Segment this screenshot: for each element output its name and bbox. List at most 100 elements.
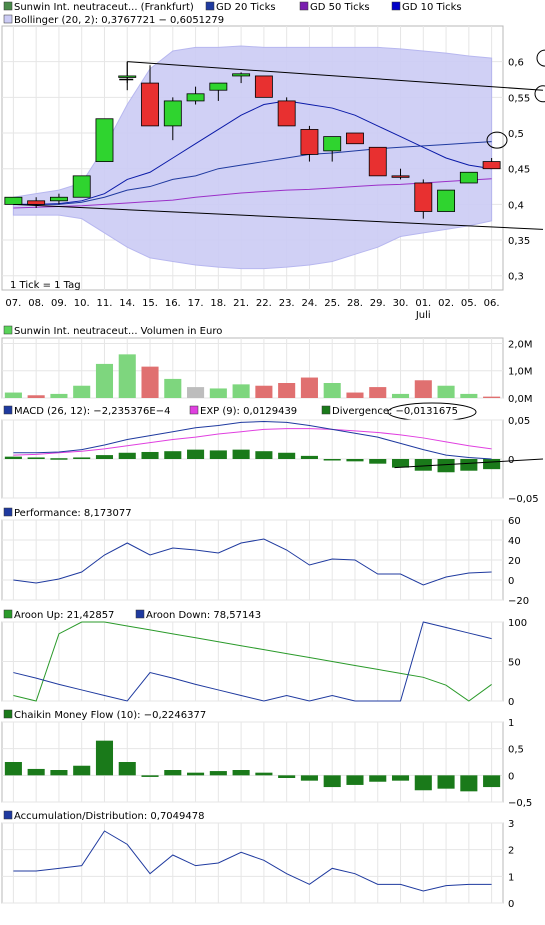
volume-bar <box>369 387 387 398</box>
aroon-chart-y-tick-label: 100 <box>508 618 527 629</box>
x-axis-label: 01. <box>415 298 431 309</box>
candle <box>118 75 137 78</box>
chaikin-bar <box>255 772 273 776</box>
volume-chart-y-tick-label: 1,0M <box>508 367 533 378</box>
divergence-bar <box>73 457 91 459</box>
candle <box>391 175 410 178</box>
divergence-bar <box>164 451 182 459</box>
chaikin-bar <box>323 775 341 788</box>
chaikin-bar <box>391 775 410 781</box>
legend-volume-swatch <box>3 325 13 335</box>
legend-macd-label: MACD (26, 12): −2,235376E−4 <box>14 406 170 417</box>
volume-bar <box>232 384 250 398</box>
accdist-chart-y-tick-label: 0 <box>508 899 514 910</box>
price-marker-circle <box>534 85 545 103</box>
x-axis-label: 24. <box>301 298 317 309</box>
volume-bar <box>50 393 68 398</box>
chaikin-bar <box>27 768 45 776</box>
chaikin-bar <box>460 775 478 792</box>
divergence-bar <box>95 455 114 459</box>
chaikin-bar <box>369 775 387 782</box>
divergence-bar <box>437 459 455 473</box>
chaikin-bar <box>73 765 91 776</box>
chaikin-bar <box>141 775 159 777</box>
volume-bar <box>300 377 318 398</box>
tick-note: 1 Tick = 1 Tag <box>10 280 81 291</box>
candle <box>95 118 114 162</box>
legend-aroon-down-swatch <box>135 609 145 619</box>
x-axis-label: 14. <box>119 298 135 309</box>
chaikin-bar <box>437 775 455 789</box>
legend-bollinger-label: Bollinger (20, 2): 0,3767721 − 0,6051279 <box>14 15 224 26</box>
legend-price-swatch <box>3 1 13 11</box>
legend-accdist-label: Accumulation/Distribution: 0,7049478 <box>14 811 204 822</box>
x-axis-label: 28. <box>347 298 363 309</box>
legend-performance-swatch <box>3 507 13 517</box>
divergence-bar <box>278 452 296 459</box>
candle <box>459 171 478 184</box>
divergence-bar <box>460 459 478 471</box>
x-axis-label: 25. <box>324 298 340 309</box>
x-axis-label: 10. <box>74 298 90 309</box>
chart-root: 0,6 0,55 0,5 0,45 0,4 0,35 0,3 Sunwin Int. neut… <box>1 1 545 910</box>
x-axis-label: 09. <box>51 298 67 309</box>
volume-bar <box>4 392 22 398</box>
divergence-bar <box>369 459 387 464</box>
price-chart-y-tick-label: 0,4 <box>508 200 524 211</box>
performance-chart-y-tick-label: 0 <box>508 576 514 587</box>
legend-macd-swatch <box>3 405 13 415</box>
candle <box>254 75 273 98</box>
volume-bar <box>346 392 364 398</box>
volume-bar <box>187 387 205 398</box>
divergence-bar <box>346 459 364 462</box>
chaikin-bar <box>164 770 182 776</box>
accdist-chart-y-tick-label: 2 <box>508 846 514 857</box>
divergence-bar <box>391 459 410 468</box>
divergence-bar <box>141 451 159 459</box>
price-chart-y-tick-label: 0,45 <box>508 165 530 176</box>
x-axis-label: 22. <box>256 298 272 309</box>
candle <box>323 136 342 152</box>
divergence-bar <box>27 457 45 459</box>
legend-gd20-swatch <box>205 1 215 11</box>
chaikin-bar <box>209 771 227 776</box>
aroon-chart-y-tick-label: 50 <box>508 658 521 669</box>
x-axis-label: 30. <box>393 298 409 309</box>
candle <box>186 93 205 102</box>
chaikin-bar <box>346 775 364 785</box>
volume-bar <box>27 395 45 398</box>
divergence-bar <box>118 452 136 459</box>
volume-bar <box>255 385 273 398</box>
candle <box>163 100 182 127</box>
volume-bar <box>73 385 91 398</box>
candle <box>277 100 296 127</box>
x-axis-label: 29. <box>370 298 386 309</box>
accdist-chart-y-tick-label: 1 <box>508 872 514 883</box>
legend-aroon-up-label: Aroon Up: 21,42857 <box>14 610 114 621</box>
chaikin-bar <box>95 740 114 776</box>
x-axis-label: 06. <box>484 298 500 309</box>
candle <box>72 175 91 198</box>
divergence-bar <box>50 458 68 460</box>
price-marker-circle <box>536 49 545 67</box>
chaikin-chart-y-tick-label: 0,5 <box>508 745 524 756</box>
volume-bar <box>164 378 182 398</box>
candle <box>27 200 46 205</box>
volume-bar <box>391 393 410 398</box>
volume-bar <box>323 383 341 398</box>
divergence-bar <box>232 449 250 459</box>
volume-bar <box>209 388 227 398</box>
legend-divergence-swatch <box>321 405 331 415</box>
x-axis-label: 02. <box>438 298 454 309</box>
chaikin-bar <box>4 762 22 776</box>
legend-gd50-swatch <box>299 1 309 11</box>
chaikin-bar <box>232 770 250 776</box>
divergence-bar <box>323 459 341 461</box>
volume-bar <box>118 354 136 398</box>
divergence-bar <box>483 459 501 470</box>
legend-bollinger-swatch <box>3 14 13 24</box>
performance-chart-y-tick-label: 60 <box>508 516 521 527</box>
candle <box>4 196 23 205</box>
performance-chart-y-tick-label: 20 <box>508 556 521 567</box>
legend-price-label: Sunwin Int. neutraceut... (Frankfurt) <box>14 2 194 13</box>
